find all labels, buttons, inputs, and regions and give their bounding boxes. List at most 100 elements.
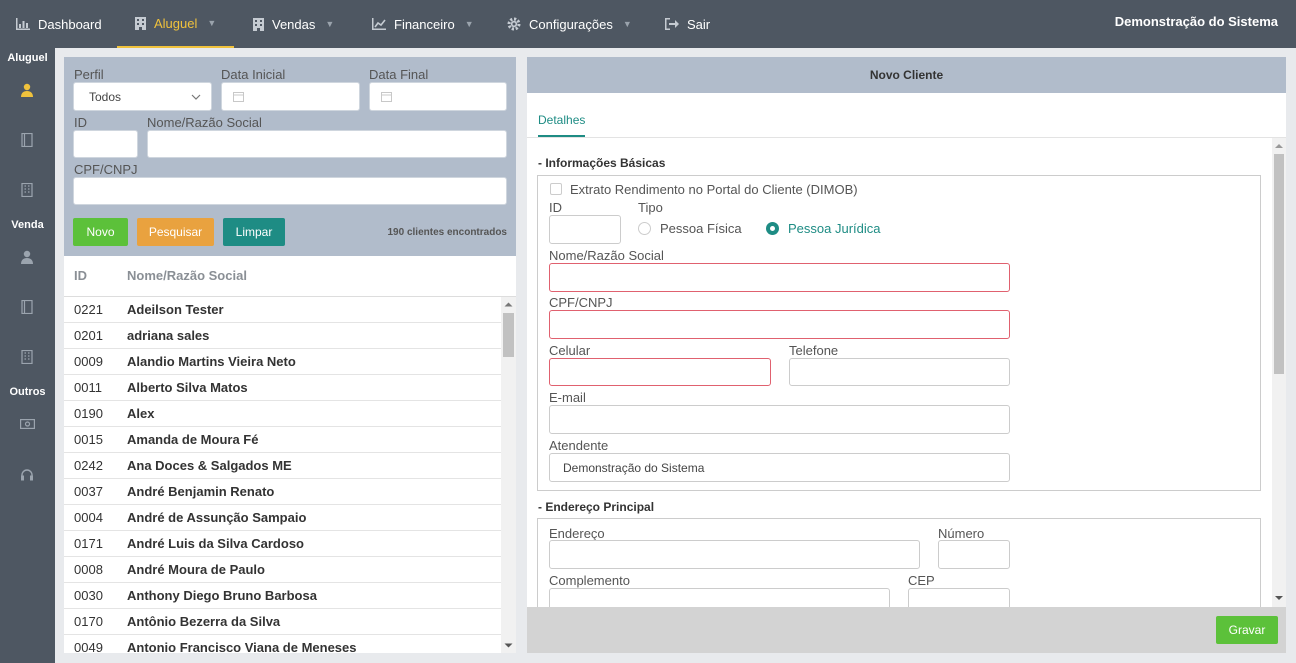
results-count: 190 clientes encontrados <box>387 227 508 238</box>
client-row[interactable]: 0011 Alberto Silva Matos <box>64 375 501 401</box>
telefone-input[interactable] <box>789 358 1010 386</box>
sidebar-section-venda: Venda <box>11 219 44 231</box>
celular-input[interactable] <box>549 358 771 386</box>
form-scroll-thumb[interactable] <box>1274 154 1284 374</box>
cpf-input[interactable] <box>73 177 507 205</box>
client-row[interactable]: 0015 Amanda de Moura Fé <box>64 427 501 453</box>
client-name: Adeilson Tester <box>127 302 224 317</box>
client-row[interactable]: 0190 Alex <box>64 401 501 427</box>
novo-button[interactable]: Novo <box>73 218 128 246</box>
tipo-fisica-label[interactable]: Pessoa Física <box>660 221 742 236</box>
client-row[interactable]: 0037 André Benjamin Renato <box>64 479 501 505</box>
user-icon[interactable] <box>16 79 38 101</box>
gravar-button[interactable]: Gravar <box>1216 616 1278 644</box>
chevron-down-icon: ▼ <box>325 19 335 29</box>
client-name: André Benjamin Renato <box>127 484 275 499</box>
id-label: ID <box>549 200 562 215</box>
client-name: Alex <box>127 406 155 421</box>
id-input[interactable] <box>549 215 621 244</box>
chevron-down-icon: ▼ <box>464 19 474 29</box>
scroll-up-icon[interactable] <box>1275 143 1283 148</box>
client-id: 0030 <box>74 588 103 603</box>
limpar-button[interactable]: Limpar <box>223 218 285 246</box>
id-input[interactable] <box>73 130 138 158</box>
scroll-up-icon[interactable] <box>504 301 513 307</box>
client-id: 0004 <box>74 510 103 525</box>
endereco-input[interactable] <box>549 540 920 569</box>
client-form: - Informações Básicas Extrato Rendimento… <box>527 138 1272 607</box>
client-id: 0008 <box>74 562 103 577</box>
col-nome-header[interactable]: Nome/Razão Social <box>127 268 247 283</box>
headset-icon[interactable] <box>16 463 38 485</box>
data-final-input[interactable] <box>369 82 507 111</box>
nav-vendas[interactable]: Vendas ▼ <box>253 0 334 48</box>
form-scrollbar[interactable] <box>1272 138 1286 607</box>
tipo-fisica-radio[interactable] <box>638 222 651 235</box>
client-row[interactable]: 0030 Anthony Diego Bruno Barbosa <box>64 583 501 609</box>
data-inicial-input[interactable] <box>221 82 360 111</box>
tab-detalhes[interactable]: Detalhes <box>538 113 586 137</box>
user-icon[interactable] <box>16 246 38 268</box>
client-row[interactable]: 0008 André Moura de Paulo <box>64 557 501 583</box>
nav-sair[interactable]: Sair <box>665 0 710 48</box>
building-icon[interactable] <box>16 179 38 201</box>
complemento-input[interactable] <box>549 588 890 607</box>
client-row[interactable]: 0049 Antonio Francisco Viana de Meneses <box>64 635 501 653</box>
pesquisar-button[interactable]: Pesquisar <box>137 218 214 246</box>
client-row[interactable]: 0201 adriana sales <box>64 323 501 349</box>
numero-input[interactable] <box>938 540 1010 569</box>
calendar-icon <box>381 92 392 102</box>
email-label: E-mail <box>549 390 586 405</box>
email-input[interactable] <box>549 405 1010 434</box>
tipo-juridica-label[interactable]: Pessoa Jurídica <box>788 221 881 236</box>
client-id: 0171 <box>74 536 103 551</box>
section-informacoes-basicas: - Informações Básicas <box>538 156 666 170</box>
cep-input[interactable] <box>908 588 1010 607</box>
client-row[interactable]: 0242 Ana Doces & Salgados ME <box>64 453 501 479</box>
client-name: André Moura de Paulo <box>127 562 265 577</box>
perfil-select[interactable]: Todos <box>73 82 212 111</box>
scroll-down-icon[interactable] <box>1275 596 1283 601</box>
tipo-juridica-radio[interactable] <box>766 222 779 235</box>
client-row[interactable]: 0171 André Luis da Silva Cardoso <box>64 531 501 557</box>
panel-footer: Gravar <box>527 607 1286 653</box>
nav-financeiro[interactable]: Financeiro ▼ <box>372 0 474 48</box>
client-name: Antonio Francisco Viana de Meneses <box>127 640 357 653</box>
client-id: 0015 <box>74 432 103 447</box>
endereco-label: Endereço <box>549 526 605 541</box>
scroll-down-icon[interactable] <box>504 643 513 649</box>
client-id: 0049 <box>74 640 103 653</box>
list-scroll-thumb[interactable] <box>503 313 514 357</box>
nav-sair-label: Sair <box>687 16 711 32</box>
nav-aluguel[interactable]: Aluguel ▼ <box>117 0 234 48</box>
client-id: 0170 <box>74 614 103 629</box>
dimob-label: Extrato Rendimento no Portal do Cliente … <box>570 182 858 197</box>
system-user-name[interactable]: Demonstração do Sistema <box>1115 0 1278 42</box>
nome-input[interactable] <box>147 130 507 158</box>
client-id: 0009 <box>74 354 103 369</box>
nav-aluguel-label: Aluguel <box>154 15 198 31</box>
client-row[interactable]: 0004 André de Assunção Sampaio <box>64 505 501 531</box>
list-scrollbar[interactable] <box>501 297 516 653</box>
novo-cliente-panel: Novo Cliente Detalhes - Informações Bási… <box>527 57 1286 653</box>
gear-icon <box>507 17 521 31</box>
atendente-select[interactable]: Demonstração do Sistema <box>549 453 1010 482</box>
building-icon[interactable] <box>16 346 38 368</box>
client-row[interactable]: 0009 Alandio Martins Vieira Neto <box>64 349 501 375</box>
nav-dashboard[interactable]: Dashboard <box>16 0 102 48</box>
money-icon[interactable] <box>16 413 38 435</box>
nome-input[interactable] <box>549 263 1010 292</box>
client-name: Antônio Bezerra da Silva <box>127 614 281 629</box>
dimob-checkbox[interactable] <box>550 183 562 195</box>
data-inicial-label: Data Inicial <box>221 67 286 82</box>
chevron-down-icon: ▼ <box>207 18 217 28</box>
cpf-input[interactable] <box>549 310 1010 339</box>
client-row[interactable]: 0170 Antônio Bezerra da Silva <box>64 609 501 635</box>
book-icon[interactable] <box>16 129 38 151</box>
client-row[interactable]: 0221 Adeilson Tester <box>64 297 501 323</box>
nav-configuracoes[interactable]: Configurações ▼ <box>507 0 632 48</box>
client-name: André Luis da Silva Cardoso <box>127 536 304 551</box>
book-icon[interactable] <box>16 296 38 318</box>
client-id: 0190 <box>74 406 103 421</box>
col-id-header[interactable]: ID <box>74 268 87 283</box>
